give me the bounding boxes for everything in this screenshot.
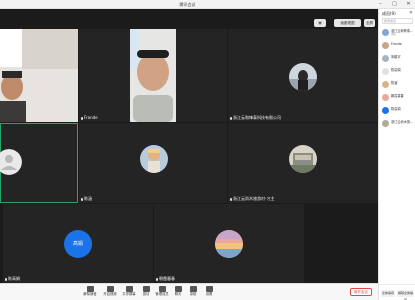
participant-name-tag: 浙江云和锋泰科技有限公司: [230, 115, 281, 120]
member-name: 陈高娟: [391, 68, 401, 72]
video-tile[interactable]: 朝霞暮春: [154, 204, 304, 283]
member-avatar: [382, 81, 389, 88]
window-title: 腾讯会议: [179, 2, 196, 7]
unmute-all-button[interactable]: 解除全体静音: [397, 290, 414, 300]
mute-all-button[interactable]: 全体静音: [381, 290, 395, 297]
members-panel-footer: 全体静音 解除全体静音: [379, 284, 415, 300]
member-role: (我): [391, 32, 396, 36]
video-tile[interactable]: Frande: [79, 29, 227, 122]
fullscreen-button[interactable]: 全屏: [364, 19, 375, 27]
participant-name-tag: 浙江云尚木旅游村-刁主: [230, 196, 274, 201]
members-panel-title: 成员(9): [382, 11, 396, 16]
member-avatar: [382, 94, 389, 101]
video-tile[interactable]: 陈涵: [79, 123, 227, 203]
minimize-button[interactable]: –: [374, 0, 387, 9]
record-button[interactable]: 录制: [185, 285, 201, 300]
video-stage: ▦ 画廊视图 全屏 Frande 浙江云和锋泰科技有限公司 陈涵 浙江云尚木旅游…: [0, 9, 378, 283]
participant-name: 陈高娟: [8, 276, 20, 281]
member-name: Frande: [391, 42, 402, 46]
leave-meeting-button[interactable]: 离开会议: [350, 288, 372, 296]
participant-name: Frande: [84, 115, 98, 120]
gallery-view-button[interactable]: 画廊视图: [334, 19, 361, 27]
participant-name: 浙江云尚木旅游村-刁主: [233, 196, 275, 201]
member-avatar: [382, 29, 389, 36]
participant-video: [0, 29, 78, 122]
settings-button[interactable]: 设置: [201, 285, 217, 300]
share-screen-button[interactable]: 共享屏幕: [121, 285, 137, 300]
maximize-button[interactable]: □: [388, 0, 401, 9]
member-row[interactable]: 朱鹏宇: [379, 53, 415, 64]
video-tile[interactable]: [0, 29, 78, 122]
participant-name: 浙江云和锋泰科技有限公司: [233, 115, 281, 120]
member-name: 浙江云尚木旅...: [391, 120, 414, 124]
chat-button[interactable]: 聊天: [170, 285, 186, 300]
member-avatar: [382, 42, 389, 49]
video-tile[interactable]: 浙江云和锋泰科技有限公司: [228, 29, 378, 122]
member-row[interactable]: 陈高娟: [379, 66, 415, 77]
default-avatar-icon: [0, 149, 22, 175]
video-button[interactable]: 开启视频: [102, 285, 118, 300]
member-name: 朱鹏宇: [391, 55, 401, 59]
title-bar: 腾讯会议 – □ ✕: [0, 0, 415, 9]
member-row[interactable]: 陈涵: [379, 79, 415, 90]
member-name: 陈高娟: [391, 107, 401, 111]
participant-name-tag: 陈高娟: [5, 276, 20, 281]
participant-avatar: [215, 230, 243, 258]
microphone-icon: [81, 116, 83, 120]
participant-avatar: 高娟: [64, 230, 92, 258]
member-name: 朝霞暮春: [391, 94, 404, 98]
participant-avatar: [289, 145, 317, 173]
member-avatar: [382, 107, 389, 114]
participant-video: [79, 29, 227, 122]
member-row[interactable]: 浙江云尚木旅...: [379, 118, 415, 129]
video-tile[interactable]: 浙江云尚木旅游村-刁主: [228, 123, 378, 203]
participant-name: 陈涵: [84, 196, 92, 201]
close-icon[interactable]: ✕: [409, 10, 413, 16]
close-window-button[interactable]: ✕: [402, 0, 415, 9]
member-row[interactable]: 朝霞暮春: [379, 92, 415, 103]
member-row[interactable]: Frande: [379, 40, 415, 51]
invite-button[interactable]: 邀请: [138, 285, 154, 300]
participant-avatar: [289, 63, 317, 91]
member-avatar: [382, 68, 389, 75]
mute-button[interactable]: 解除静音: [82, 285, 98, 300]
microphone-icon: [230, 197, 232, 201]
participant-name-tag: 陈涵: [81, 196, 92, 201]
member-name: 陈涵: [391, 81, 398, 85]
member-avatar: [382, 55, 389, 62]
member-row[interactable]: 陈高娟: [379, 105, 415, 116]
member-avatar: [382, 120, 389, 127]
participant-avatar: [140, 145, 168, 173]
microphone-icon: [81, 197, 83, 201]
participant-name-tag: 朝霞暮春: [156, 276, 175, 281]
participant-name: 朝霞暮春: [159, 276, 175, 281]
search-input[interactable]: 搜索成员: [382, 18, 413, 24]
video-tile[interactable]: 高娟 陈高娟: [3, 204, 153, 283]
microphone-icon: [156, 277, 158, 281]
members-panel: 成员(9) ✕ 搜索成员 浙江云和锋泰... (我) Frande 朱鹏宇 陈高…: [378, 9, 415, 300]
video-tile[interactable]: [0, 123, 78, 203]
view-icon[interactable]: ▦: [314, 19, 326, 27]
manage-members-button[interactable]: 管理成员: [154, 285, 170, 300]
meeting-toolbar: 解除静音 开启视频 共享屏幕 邀请 管理成员 聊天 录制 设置 离开会议: [0, 283, 378, 300]
microphone-icon: [5, 277, 7, 281]
participant-name-tag: Frande: [81, 115, 98, 120]
member-row[interactable]: 浙江云和锋泰... (我): [379, 27, 415, 38]
microphone-icon: [230, 116, 232, 120]
